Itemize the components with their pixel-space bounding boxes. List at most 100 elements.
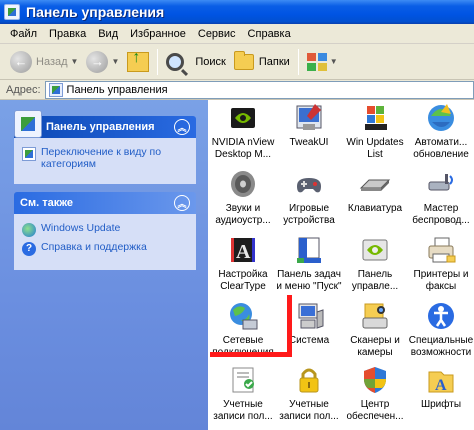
back-arrow-icon: ← — [10, 50, 32, 73]
nvidia-icon — [227, 102, 259, 134]
item-label: Учетные записи пол... — [213, 399, 273, 422]
back-label: Назад — [36, 55, 68, 68]
item-label: Игровые устройства — [283, 203, 335, 226]
menu-edit[interactable]: Правка — [43, 28, 92, 40]
red-highlight-annotation — [210, 295, 292, 357]
gamepad-icon — [293, 168, 325, 200]
item-printers-faxes[interactable]: Принтеры и факсы — [408, 234, 474, 292]
title-bar[interactable]: Панель управления — [0, 0, 474, 24]
menu-view[interactable]: Вид — [92, 28, 124, 40]
system-icon — [293, 300, 325, 332]
collapse-icon[interactable]: ︽ — [174, 195, 190, 211]
windows-update-link[interactable]: Windows Update — [22, 222, 188, 237]
printer-icon — [425, 234, 457, 266]
item-label: Автомати... обновление — [413, 137, 469, 160]
item-auto-update[interactable]: Автомати... обновление — [408, 102, 474, 160]
address-field[interactable]: Панель управления — [44, 80, 474, 99]
control-panel-icon — [4, 4, 20, 20]
accessibility-icon — [425, 300, 457, 332]
menu-file[interactable]: Файл — [4, 28, 43, 40]
item-label: Шрифты — [420, 399, 462, 410]
svg-text:A: A — [435, 377, 447, 394]
item-label: Клавиатура — [347, 203, 403, 214]
scanner-icon — [359, 300, 391, 332]
switch-category-view-link[interactable]: Переключение к виду по категориям — [22, 146, 188, 170]
item-label: TweakUI — [289, 137, 329, 148]
item-fonts[interactable]: A Шрифты — [408, 364, 474, 411]
item-label: Win Updates List — [346, 137, 404, 160]
security-center-icon — [359, 364, 391, 396]
item-user-accounts-2[interactable]: Учетные записи пол... — [276, 364, 342, 422]
forward-button[interactable]: → ▼ — [82, 48, 123, 76]
windows-update-icon — [22, 223, 36, 237]
control-panel-header-title: Панель управления — [46, 121, 155, 133]
forward-arrow-icon: → — [86, 50, 109, 73]
wireless-icon — [425, 168, 457, 200]
win-updates-icon — [359, 102, 391, 134]
item-label: Мастер беспровод... — [412, 203, 470, 226]
search-icon — [166, 52, 185, 71]
item-label: NVIDIA nView Desktop M... — [211, 137, 275, 160]
item-security-center[interactable]: Центр обеспечен... — [342, 364, 408, 422]
speaker-icon — [227, 168, 259, 200]
item-sounds-audio[interactable]: Звуки и аудиоустр... — [210, 168, 276, 226]
item-tweakui[interactable]: TweakUI — [276, 102, 342, 149]
item-label: Звуки и аудиоустр... — [215, 203, 271, 226]
switch-category-view-label: Переключение к виду по категориям — [41, 146, 162, 170]
item-game-controllers[interactable]: Игровые устройства — [276, 168, 342, 226]
toolbar-separator — [157, 48, 159, 75]
item-label: Центр обеспечен... — [346, 399, 404, 422]
item-wireless-wizard[interactable]: Мастер беспровод... — [408, 168, 474, 226]
folders-button[interactable]: Папки — [230, 48, 294, 76]
views-button[interactable]: ▼ — [303, 48, 342, 76]
item-nvidia-nview[interactable]: NVIDIA nView Desktop M... — [210, 102, 276, 160]
control-panel-large-icon — [14, 110, 42, 138]
item-label: Панель управле... — [351, 269, 399, 292]
collapse-icon[interactable]: ︽ — [174, 119, 190, 135]
see-also-header[interactable]: См. также ︽ — [14, 192, 196, 214]
chevron-down-icon: ▼ — [70, 57, 79, 66]
search-button[interactable]: Поиск — [162, 48, 229, 76]
address-label: Адрес: — [6, 83, 41, 96]
folder-icon — [233, 50, 254, 70]
item-label: Настройка ClearType — [218, 269, 268, 292]
menu-help[interactable]: Справка — [242, 28, 297, 40]
folders-label: Папки — [258, 55, 290, 68]
fonts-icon: A — [425, 364, 457, 396]
views-icon — [306, 52, 327, 71]
folder-up-icon — [127, 49, 150, 72]
cleartype-icon: A — [227, 234, 259, 266]
item-label: Принтеры и факсы — [413, 269, 469, 292]
item-cleartype[interactable]: A Настройка ClearType — [210, 234, 276, 292]
item-taskbar-start-menu[interactable]: Панель задач и меню "Пуск" — [276, 234, 342, 292]
control-panel-icon — [48, 82, 63, 97]
item-nvidia-control-panel[interactable]: Панель управле... — [342, 234, 408, 292]
menu-favorites[interactable]: Избранное — [124, 28, 192, 40]
item-user-accounts[interactable]: Учетные записи пол... — [210, 364, 276, 422]
help-support-link[interactable]: ? Справка и поддержка — [22, 241, 188, 256]
address-value: Панель управления — [66, 83, 168, 96]
auto-update-icon — [425, 102, 457, 134]
item-accessibility[interactable]: Специальные возможности — [408, 300, 474, 358]
control-panel-box: Панель управления ︽ Переключение к виду … — [14, 110, 196, 184]
chevron-down-icon: ▼ — [329, 57, 338, 66]
nvidia-panel-icon — [359, 234, 391, 266]
item-label: Сканеры и камеры — [350, 335, 400, 358]
item-label: Учетные записи пол... — [279, 399, 339, 422]
menu-bar: Файл Правка Вид Избранное Сервис Справка — [0, 24, 474, 44]
item-keyboard[interactable]: Клавиатура — [342, 168, 408, 215]
item-win-updates-list[interactable]: Win Updates List — [342, 102, 408, 160]
menu-tools[interactable]: Сервис — [192, 28, 242, 40]
keyboard-icon — [359, 168, 391, 200]
toolbar: ← Назад ▼ → ▼ Поиск Папки ▼ — [0, 44, 474, 80]
back-button[interactable]: ← Назад ▼ — [6, 48, 82, 76]
control-panel-body: Переключение к виду по категориям — [14, 138, 196, 184]
user-accounts-icon — [227, 364, 259, 396]
taskbar-icon — [293, 234, 325, 266]
item-label: Панель задач и меню "Пуск" — [276, 269, 342, 292]
svg-text:A: A — [236, 241, 251, 263]
item-scanners-cameras[interactable]: Сканеры и камеры — [342, 300, 408, 358]
search-label: Поиск — [195, 55, 226, 68]
user-accounts-lock-icon — [293, 364, 325, 396]
up-button[interactable] — [123, 48, 153, 76]
